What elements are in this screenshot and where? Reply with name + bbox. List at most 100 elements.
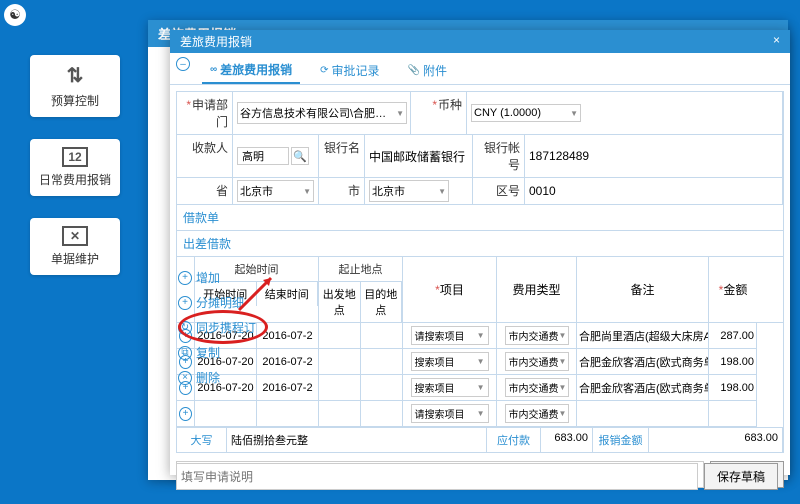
tab-approval[interactable]: ⟳审批记录 xyxy=(312,57,387,84)
label-apply-dept: 申请部门 xyxy=(177,92,233,134)
cell-to[interactable] xyxy=(361,349,403,375)
chevron-down-icon: ▼ xyxy=(438,187,446,196)
plus-icon: + xyxy=(178,296,192,310)
sidebar-item-maintain[interactable]: ✕ 单据维护 xyxy=(30,218,120,275)
action-delete[interactable]: ×删除 xyxy=(178,365,258,390)
value-district: 0010 xyxy=(529,184,556,198)
action-sync-ctrip[interactable]: ↻同步携程订 xyxy=(178,315,258,340)
header-amount: 金额 xyxy=(723,281,747,298)
input-bottom-note[interactable] xyxy=(176,463,698,490)
cell-remark: 合肥金欣客酒店(欧式商务单间[携程 xyxy=(577,375,709,401)
chevron-down-icon: ▼ xyxy=(559,331,567,340)
cell-end[interactable] xyxy=(257,401,319,427)
select-project[interactable]: 请搜索项目▼ xyxy=(411,326,489,345)
cell-from[interactable] xyxy=(319,375,361,401)
cell-end[interactable]: 2016-07-2 xyxy=(257,375,319,401)
calendar-icon: 12 xyxy=(62,147,88,167)
dialog-titlebar: 差旅费用报销 × xyxy=(170,30,790,53)
cell-from[interactable] xyxy=(319,401,361,427)
action-copy[interactable]: ⧉复制 xyxy=(178,340,258,365)
action-split[interactable]: +分摊明细 xyxy=(178,290,258,315)
cell-remark: 合肥金欣客酒店(欧式商务单间[携程 xyxy=(577,349,709,375)
search-icon[interactable]: 🔍 xyxy=(291,147,309,165)
label-reimb: 报销金额 xyxy=(593,428,649,452)
cell-from[interactable] xyxy=(319,349,361,375)
label-due: 应付款 xyxy=(487,428,541,452)
value-bank-acct: 187128489 xyxy=(529,149,589,163)
value-bank-name: 中国邮政储蓄银行 xyxy=(369,148,465,165)
value-due: 683.00 xyxy=(541,428,593,452)
row-actions: +增加 +分摊明细 ↻同步携程订 ⧉复制 ×删除 xyxy=(178,265,258,390)
label-iou: 借款单 xyxy=(176,205,784,231)
dialog-travel-expense: 差旅费用报销 × – ∞差旅费用报销 ⟳审批记录 📎附件 申请部门 谷方信息技术… xyxy=(170,30,790,475)
cell-amount xyxy=(709,401,757,427)
chevron-down-icon: ▼ xyxy=(396,109,404,118)
select-project[interactable]: 搜索项目▼ xyxy=(411,378,489,397)
cell-remark xyxy=(577,401,709,427)
select-province[interactable]: 北京市▼ xyxy=(237,180,314,202)
grid-header: 起始时间 开始时间结束时间 起止地点 出发地点目的地点 *项目 费用类型 备注 … xyxy=(176,257,784,323)
select-type[interactable]: 市内交通费▼ xyxy=(505,378,569,397)
sidebar-item-daily[interactable]: 12 日常费用报销 xyxy=(30,139,120,196)
input-payee[interactable] xyxy=(237,147,289,165)
delete-icon: × xyxy=(178,371,192,385)
cell-from[interactable] xyxy=(319,323,361,349)
tab-bar: – ∞差旅费用报销 ⟳审批记录 📎附件 xyxy=(170,53,790,85)
select-currency[interactable]: CNY (1.0000)▼ xyxy=(471,104,581,122)
label-city: 市 xyxy=(319,178,365,204)
sidebar-item-budget[interactable]: ⇅ 预算控制 xyxy=(30,55,120,117)
table-row: +2016-07-202016-07-2搜索项目▼市内交通费▼合肥金欣客酒店(欧… xyxy=(177,349,783,375)
select-type[interactable]: 市内交通费▼ xyxy=(505,326,569,345)
chevron-down-icon: ▼ xyxy=(477,383,485,392)
link-icon: ∞ xyxy=(210,64,217,75)
cell-end[interactable]: 2016-07-2 xyxy=(257,349,319,375)
value-reimb: 683.00 xyxy=(649,428,783,452)
sliders-icon: ⇅ xyxy=(36,63,114,88)
dialog-title: 差旅费用报销 xyxy=(180,33,252,50)
header-from-place: 出发地点 xyxy=(319,282,361,322)
label-travel-loan: 出差借款 xyxy=(176,231,784,257)
label-payee: 收款人 xyxy=(177,135,233,177)
label-district: 区号 xyxy=(473,178,525,204)
plus-icon: + xyxy=(178,271,192,285)
label-bank-name: 银行名 xyxy=(319,135,365,177)
tab-expense[interactable]: ∞差旅费用报销 xyxy=(202,57,300,84)
attachment-icon: 📎 xyxy=(408,65,420,76)
copy-icon: ⧉ xyxy=(178,346,192,360)
collapse-icon[interactable]: – xyxy=(176,57,190,71)
chevron-down-icon: ▼ xyxy=(303,187,311,196)
expense-grid: +2016-07-202016-07-2请搜索项目▼市内交通费▼合肥尚里酒店(超… xyxy=(176,323,784,428)
add-row-icon[interactable]: + xyxy=(179,407,192,421)
cell-amount: 198.00 xyxy=(709,375,757,401)
cell-amount: 198.00 xyxy=(709,349,757,375)
select-type[interactable]: 市内交通费▼ xyxy=(505,352,569,371)
select-apply-dept[interactable]: 谷方信息技术有限公司\合肥谷方▼ xyxy=(237,102,407,124)
close-icon[interactable]: × xyxy=(773,33,780,50)
label-province: 省 xyxy=(177,178,233,204)
cell-end[interactable]: 2016-07-2 xyxy=(257,323,319,349)
table-row: +2016-07-202016-07-2搜索项目▼市内交通费▼合肥金欣客酒店(欧… xyxy=(177,375,783,401)
action-add[interactable]: +增加 xyxy=(178,265,258,290)
bottom-save-button[interactable]: 保存草稿 xyxy=(704,463,778,490)
tab-attachment[interactable]: 📎附件 xyxy=(400,57,455,84)
sidebar-item-label: 预算控制 xyxy=(51,94,99,108)
sidebar-item-label: 日常费用报销 xyxy=(39,173,111,187)
select-project[interactable]: 搜索项目▼ xyxy=(411,352,489,371)
cell-start[interactable] xyxy=(195,401,257,427)
label-currency: 币种 xyxy=(411,92,467,134)
sync-icon: ↻ xyxy=(178,321,192,335)
cell-to[interactable] xyxy=(361,375,403,401)
label-capital: 大写 xyxy=(177,428,227,452)
select-type[interactable]: 市内交通费▼ xyxy=(505,404,569,423)
select-project[interactable]: 请搜索项目▼ xyxy=(411,404,489,423)
cell-to[interactable] xyxy=(361,323,403,349)
chevron-down-icon: ▼ xyxy=(559,383,567,392)
form-area: 申请部门 谷方信息技术有限公司\合肥谷方▼ 币种 CNY (1.0000)▼ 收… xyxy=(170,85,790,494)
select-city[interactable]: 北京市▼ xyxy=(369,180,449,202)
cell-to[interactable] xyxy=(361,401,403,427)
header-type: 费用类型 xyxy=(512,281,560,298)
cell-amount: 287.00 xyxy=(709,323,757,349)
chevron-down-icon: ▼ xyxy=(477,331,485,340)
table-row: +2016-07-202016-07-2请搜索项目▼市内交通费▼合肥尚里酒店(超… xyxy=(177,323,783,349)
chevron-down-icon: ▼ xyxy=(559,357,567,366)
